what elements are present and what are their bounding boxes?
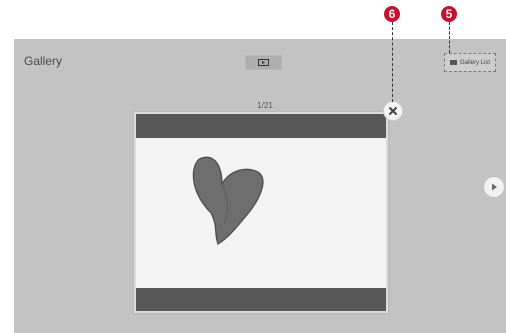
heart-drawing [192,156,264,245]
gallery-list-button[interactable]: Gallery List [444,53,496,72]
close-icon [389,107,397,115]
gallery-list-label: Gallery List [459,59,490,66]
list-icon [449,60,457,65]
viewer-bottom-bar [136,288,386,311]
callout-6-leader [392,22,393,102]
slideshow-button[interactable] [245,55,282,70]
photo-viewer [134,112,388,313]
close-button[interactable] [383,101,403,121]
callout-5: 5 [441,6,457,22]
next-button[interactable] [483,176,505,198]
callout-5-leader [449,22,450,53]
play-slideshow-icon [258,59,269,66]
page-title: Gallery [24,54,63,68]
photo[interactable] [136,138,386,288]
callout-6: 6 [384,6,400,22]
viewer-top-bar [136,114,386,138]
next-arrow-icon [492,183,497,191]
photo-counter: 1/21 [257,101,273,110]
